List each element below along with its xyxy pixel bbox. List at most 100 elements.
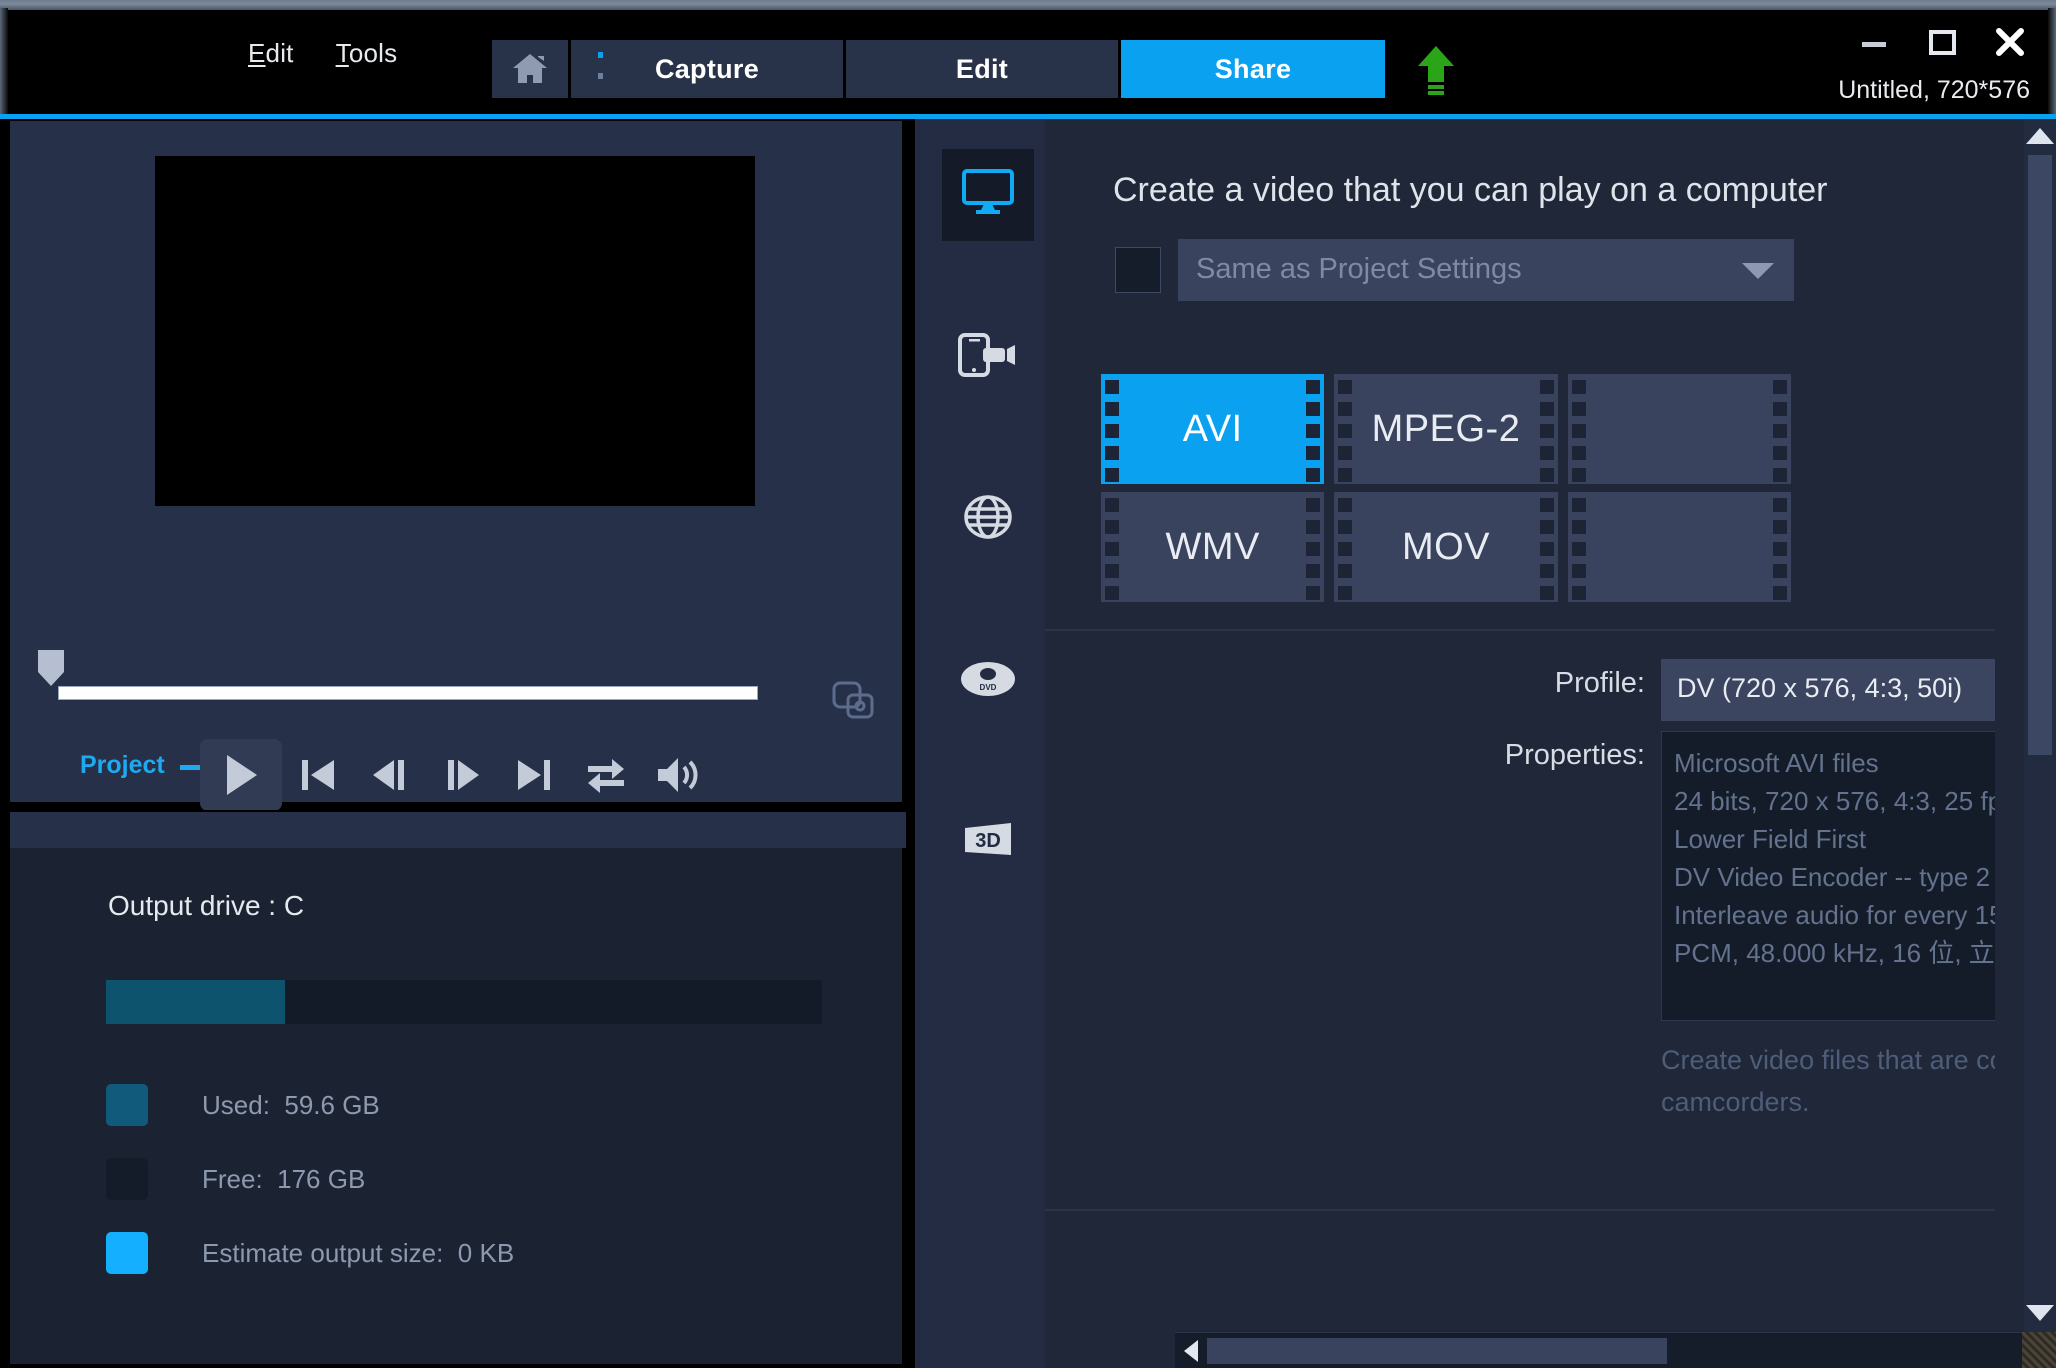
scroll-up-icon[interactable] (2024, 125, 2056, 147)
film-perforation (1306, 402, 1321, 416)
format-row-bottom: WMV MOV (1101, 492, 1801, 606)
dvd-disc-icon: DVD (959, 658, 1017, 705)
profile-value[interactable]: DV (720 x 576, 4:3, 50i) (1661, 659, 1995, 721)
film-perforation (1306, 380, 1321, 394)
format-tile-mov[interactable]: MOV (1334, 492, 1558, 602)
tab-indicator-dot-top (598, 52, 603, 58)
film-perforation (1338, 520, 1353, 534)
scroll-down-icon[interactable] (2024, 1302, 2056, 1324)
tab-home[interactable] (492, 40, 568, 98)
globe-icon (962, 492, 1014, 547)
tab-edit[interactable]: Edit (846, 40, 1118, 98)
film-perforation (1306, 446, 1321, 460)
share-headline: Create a video that you can play on a co… (1113, 171, 1828, 209)
project-mode-label[interactable]: Project (80, 751, 165, 780)
sidebar-item-computer[interactable] (942, 149, 1034, 241)
film-perforation (1772, 520, 1787, 534)
output-drive-panel: Output drive : C Used: 59.6 GB Free: 176… (8, 810, 906, 1366)
format-label-mpeg2: MPEG-2 (1371, 407, 1521, 450)
preview-scrub-bar[interactable] (58, 686, 758, 700)
vertical-scrollbar-thumb[interactable] (2028, 155, 2052, 755)
properties-box[interactable]: Microsoft AVI files 24 bits, 720 x 576, … (1661, 731, 1995, 1021)
window-top-edge (0, 0, 2056, 10)
upload-arrow-icon[interactable] (1410, 44, 1462, 98)
legend-item-free: Free: 176 GB (106, 1142, 514, 1216)
film-perforation (1105, 498, 1119, 512)
film-perf-right (1772, 492, 1787, 602)
project-settings-checkbox[interactable] (1115, 247, 1161, 293)
tab-share-label: Share (1214, 53, 1292, 84)
next-frame-icon[interactable] (426, 739, 498, 811)
properties-line: Microsoft AVI files (1674, 748, 1879, 778)
window-frame-left (0, 8, 8, 118)
repeat-icon[interactable] (570, 739, 642, 811)
film-perforation (1571, 564, 1586, 578)
format-tile-partial-bottom[interactable] (1567, 492, 1791, 602)
film-perforation (1105, 468, 1119, 482)
film-perforation (1306, 586, 1321, 600)
film-perf-right (1306, 374, 1321, 484)
timeline-marker-handle[interactable] (34, 648, 68, 688)
legend-swatch-free (106, 1158, 148, 1200)
format-tile-mpeg2[interactable]: MPEG-2 (1334, 374, 1558, 484)
close-icon[interactable] (1990, 22, 2030, 62)
previous-frame-icon[interactable] (354, 739, 426, 811)
disk-usage-bar-fill (106, 980, 285, 1024)
horizontal-scrollbar-thumb[interactable] (1207, 1338, 1667, 1364)
film-perforation (1105, 586, 1119, 600)
film-perforation (1338, 424, 1353, 438)
film-perforation (1338, 446, 1353, 460)
film-perforation (1306, 424, 1321, 438)
left-column: Project Output drive: C Used: 59.6 GB F… (8, 119, 906, 1368)
film-perforation (1539, 542, 1554, 556)
sidebar-item-web[interactable] (942, 473, 1034, 565)
film-perf-right (1539, 492, 1554, 602)
project-title: Untitled, 720*576 (1838, 76, 2030, 104)
share-content: Create a video that you can play on a co… (1045, 119, 2056, 1368)
tab-capture[interactable]: Capture (571, 40, 843, 98)
film-perforation (1105, 380, 1119, 394)
sidebar-item-3d[interactable]: 3D (942, 797, 1034, 889)
project-settings-value: Same as Project Settings (1196, 253, 1522, 285)
film-perforation (1306, 468, 1321, 482)
project-settings-dropdown[interactable]: Same as Project Settings (1178, 239, 1794, 301)
menu-bar: Edit Tools (248, 38, 397, 69)
tab-share[interactable]: Share (1121, 40, 1385, 98)
output-panel-tab[interactable] (10, 812, 462, 848)
film-perf-left (1338, 492, 1353, 602)
film-perf-left (1571, 374, 1586, 484)
play-button[interactable] (200, 739, 282, 811)
film-perforation (1539, 402, 1554, 416)
volume-icon[interactable] (642, 739, 714, 811)
menu-edit[interactable]: Edit (248, 38, 294, 69)
minimize-icon[interactable] (1854, 22, 1894, 62)
video-preview-surface[interactable] (155, 156, 755, 506)
scroll-left-icon[interactable] (1179, 1338, 1203, 1364)
film-perforation (1539, 586, 1554, 600)
format-tile-partial-top[interactable] (1567, 374, 1791, 484)
svg-text:DVD: DVD (980, 683, 997, 692)
format-row-top: AVI MPEG-2 (1101, 374, 1801, 492)
maximize-icon[interactable] (1922, 22, 1962, 62)
menu-tools[interactable]: Tools (336, 38, 398, 69)
transport-controls (200, 739, 714, 811)
film-perf-right (1306, 492, 1321, 602)
format-tile-avi[interactable]: AVI (1101, 374, 1325, 484)
film-perforation (1772, 380, 1787, 394)
film-perforation (1539, 498, 1554, 512)
vertical-scrollbar[interactable] (2024, 119, 2056, 1332)
skip-to-end-icon[interactable] (498, 739, 570, 811)
format-tile-wmv[interactable]: WMV (1101, 492, 1325, 602)
film-perf-left (1105, 374, 1119, 484)
legend-label-used: Used: 59.6 GB (202, 1089, 380, 1120)
format-description-line: Create video files that are compatib (1661, 1045, 1995, 1075)
sidebar-item-device[interactable] (942, 311, 1034, 403)
film-perforation (1105, 402, 1119, 416)
horizontal-scrollbar[interactable] (1175, 1332, 2056, 1368)
legend-label-free: Free: 176 GB (202, 1163, 366, 1194)
format-description-line: camcorders. (1661, 1087, 1810, 1117)
tab-indicator-dot-bottom (598, 73, 603, 79)
duplicate-window-icon[interactable] (830, 679, 878, 723)
skip-to-start-icon[interactable] (282, 739, 354, 811)
sidebar-item-disc[interactable]: DVD (942, 635, 1034, 727)
